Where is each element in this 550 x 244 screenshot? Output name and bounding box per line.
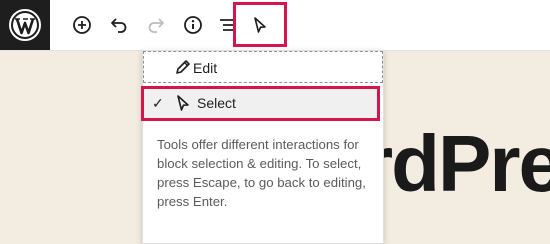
info-icon [184,16,202,34]
menu-item-edit[interactable]: Edit [143,51,383,83]
info-button[interactable] [177,9,209,41]
wordpress-logo-icon[interactable] [0,0,50,50]
menu-item-select[interactable]: ✓ Select [141,86,380,121]
pointer-icon [175,94,191,117]
undo-icon [111,18,127,33]
pencil-icon [175,59,191,80]
redo-button[interactable] [140,9,172,41]
add-block-icon [73,16,91,34]
undo-button[interactable] [103,9,135,41]
add-block-button[interactable] [66,9,98,41]
redo-icon [148,18,164,33]
menu-item-select-label: Select [197,95,236,111]
editor-toolbar [0,0,550,51]
tools-button-highlight [233,2,287,47]
tools-menu: Edit ✓ Select Tools offer different inte… [141,50,384,244]
checkmark-icon: ✓ [152,95,164,111]
canvas-heading: rdPre [362,119,550,208]
tools-help-text: Tools offer different interactions for b… [157,137,366,209]
menu-item-edit-label: Edit [193,60,218,76]
